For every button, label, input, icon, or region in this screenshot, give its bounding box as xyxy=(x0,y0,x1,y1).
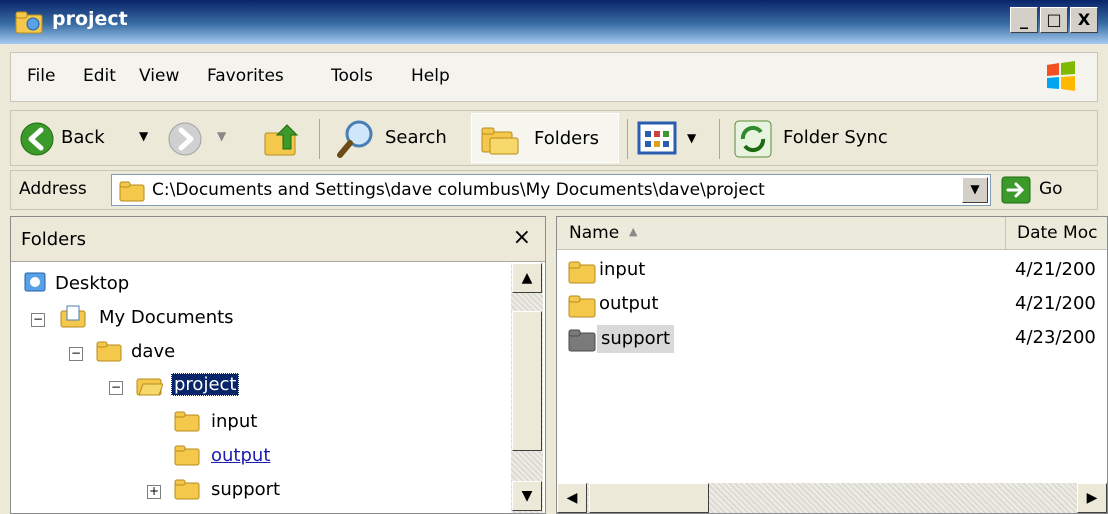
up-folder-icon[interactable] xyxy=(263,121,303,159)
tree-item-label: support xyxy=(211,479,281,500)
menu-file[interactable]: File xyxy=(27,66,55,86)
minimize-button[interactable]: _ xyxy=(1010,7,1038,33)
title-bar[interactable]: project _ □ X xyxy=(0,0,1108,44)
forward-arrow-icon xyxy=(168,122,202,156)
my-documents-icon xyxy=(60,305,86,328)
views-button[interactable]: ▼ xyxy=(635,117,711,159)
folder-icon xyxy=(568,295,596,318)
file-row[interactable]: support 4/23/200 xyxy=(567,325,1097,355)
search-button[interactable]: Search xyxy=(329,115,469,161)
file-list-pane: Name ▲ Date Moc input 4/21/200 output 4/… xyxy=(556,216,1108,514)
collapse-icon[interactable]: − xyxy=(109,381,123,395)
scroll-left-button[interactable]: ◀ xyxy=(557,483,587,513)
toolbar-separator xyxy=(627,119,628,159)
collapse-icon[interactable]: − xyxy=(69,347,83,361)
collapse-icon[interactable]: − xyxy=(31,313,45,327)
search-label: Search xyxy=(385,127,447,148)
folders-label: Folders xyxy=(534,128,600,149)
address-input[interactable]: C:\Documents and Settings\dave columbus\… xyxy=(111,174,991,206)
vertical-scrollbar[interactable]: ▲ ▼ xyxy=(511,263,543,513)
folder-sync-button[interactable]: Folder Sync xyxy=(727,115,927,161)
folders-button[interactable]: Folders xyxy=(471,113,619,163)
tree-item-label: project xyxy=(171,373,240,396)
menu-edit[interactable]: Edit xyxy=(83,66,116,86)
go-label: Go xyxy=(1039,179,1063,199)
go-arrow-icon xyxy=(1001,176,1031,204)
tree-item-label: output xyxy=(211,445,271,466)
folders-icon xyxy=(481,127,519,155)
window-title: project xyxy=(52,8,128,30)
views-dropdown-icon[interactable]: ▼ xyxy=(687,131,696,145)
views-icon xyxy=(637,121,677,155)
back-arrow-icon xyxy=(20,122,54,156)
address-label: Address xyxy=(19,179,87,199)
scroll-thumb[interactable] xyxy=(589,483,709,513)
scroll-down-button[interactable]: ▼ xyxy=(512,481,542,511)
file-date: 4/23/200 xyxy=(1015,327,1096,348)
go-button[interactable]: Go xyxy=(999,174,1091,206)
menu-help[interactable]: Help xyxy=(411,66,450,86)
maximize-button[interactable]: □ xyxy=(1040,7,1068,33)
horizontal-scrollbar[interactable]: ◀ ▶ xyxy=(557,483,1107,513)
tree-item-label: dave xyxy=(131,341,176,362)
windows-logo-icon xyxy=(1047,61,1075,91)
sort-ascending-icon: ▲ xyxy=(629,225,638,238)
close-pane-icon[interactable]: × xyxy=(513,225,531,250)
folder-icon xyxy=(119,181,145,202)
toolbar-separator xyxy=(719,119,720,159)
address-dropdown-icon[interactable]: ▼ xyxy=(962,177,988,203)
expand-icon[interactable]: + xyxy=(147,485,161,499)
menu-tools[interactable]: Tools xyxy=(331,66,373,86)
column-date[interactable]: Date Moc xyxy=(1007,217,1107,249)
scroll-thumb[interactable] xyxy=(512,311,542,451)
menu-view[interactable]: View xyxy=(139,66,179,86)
folder-icon xyxy=(174,445,200,466)
close-button[interactable]: X xyxy=(1070,7,1098,33)
desktop-icon xyxy=(24,272,46,292)
file-row[interactable]: input 4/21/200 xyxy=(567,257,1097,287)
tree-item-label: My Documents xyxy=(99,307,234,328)
folder-sync-icon xyxy=(734,120,772,158)
address-bar: Address C:\Documents and Settings\dave c… xyxy=(10,170,1098,210)
folder-icon xyxy=(568,329,596,352)
search-icon xyxy=(337,120,373,158)
folder-icon xyxy=(568,261,596,284)
folders-pane-title: Folders xyxy=(21,229,87,250)
folder-sync-label: Folder Sync xyxy=(783,127,888,148)
scroll-up-button[interactable]: ▲ xyxy=(512,263,542,293)
open-folder-icon xyxy=(136,378,163,396)
folder-icon xyxy=(15,11,43,34)
back-label: Back xyxy=(61,127,105,148)
back-dropdown-icon[interactable]: ▼ xyxy=(139,129,148,143)
file-row[interactable]: output 4/21/200 xyxy=(567,291,1097,321)
file-name: output xyxy=(599,293,659,314)
folder-icon xyxy=(174,479,200,500)
file-name: input xyxy=(599,259,646,280)
folders-pane-header: Folders × xyxy=(11,217,545,262)
forward-dropdown-icon[interactable]: ▼ xyxy=(217,129,226,143)
folder-icon xyxy=(174,411,200,432)
column-name-label: Name xyxy=(569,223,620,243)
tree-item-label: Desktop xyxy=(55,273,130,294)
address-value: C:\Documents and Settings\dave columbus\… xyxy=(152,180,765,200)
file-date: 4/21/200 xyxy=(1015,259,1096,280)
file-name: support xyxy=(597,325,675,353)
scroll-right-button[interactable]: ▶ xyxy=(1077,483,1107,513)
tree-item-label: input xyxy=(211,411,258,432)
toolbar-separator xyxy=(319,119,320,159)
menu-favorites[interactable]: Favorites xyxy=(207,66,284,86)
forward-button[interactable]: ▼ xyxy=(167,115,247,161)
column-name[interactable]: Name ▲ xyxy=(557,217,1006,249)
column-date-label: Date Moc xyxy=(1017,223,1098,243)
file-date: 4/21/200 xyxy=(1015,293,1096,314)
folder-icon xyxy=(96,341,122,362)
column-header: Name ▲ Date Moc xyxy=(557,217,1107,250)
folders-pane: Folders × Desktop − My Documents − dave … xyxy=(10,216,546,514)
toolbar: Back ▼ ▼ Search Folders ▼ Folder Sync xyxy=(10,110,1098,166)
back-button[interactable]: Back ▼ xyxy=(15,115,165,161)
menu-bar: File Edit View Favorites Tools Help xyxy=(10,52,1098,102)
